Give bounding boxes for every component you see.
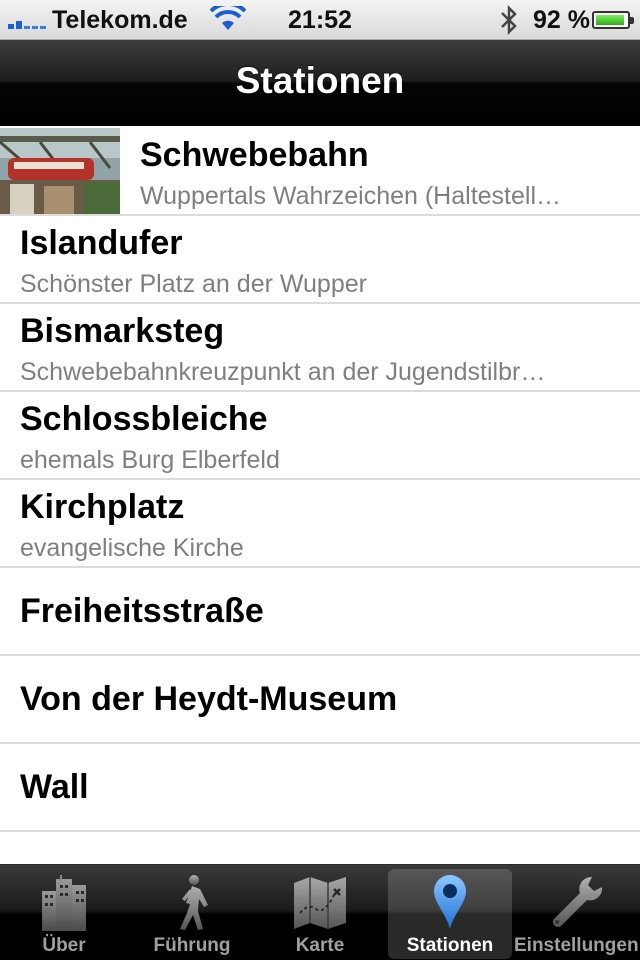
location-pin-icon	[434, 875, 466, 929]
battery-icon	[592, 11, 634, 29]
buildings-icon	[42, 875, 86, 931]
station-list[interactable]: Schwebebahn Wuppertals Wahrzeichen (Halt…	[0, 128, 640, 864]
station-row-bismarksteg[interactable]: Bismarksteg Schwebebahnkreuzpunkt an der…	[0, 304, 640, 392]
navigation-bar: Stationen	[0, 40, 640, 126]
station-row-von-der-heydt-museum[interactable]: Von der Heydt-Museum	[0, 656, 640, 744]
station-row-schwebebahn[interactable]: Schwebebahn Wuppertals Wahrzeichen (Halt…	[0, 128, 640, 216]
tab-label: Karte	[295, 935, 345, 956]
list-item	[0, 832, 640, 864]
bluetooth-icon	[501, 5, 517, 35]
station-title: Wall	[20, 768, 89, 806]
station-title: Islandufer	[20, 224, 183, 262]
station-row-wall[interactable]: Wall	[0, 744, 640, 832]
tab-label: Einstellungen	[514, 935, 639, 956]
station-title: Kirchplatz	[20, 488, 185, 526]
station-row-schlossbleiche[interactable]: Schlossbleiche ehemals Burg Elberfeld	[0, 392, 640, 480]
map-icon	[294, 877, 346, 929]
walking-person-icon	[180, 875, 208, 930]
wrench-icon	[553, 876, 603, 927]
tab-karte[interactable]: Karte	[258, 869, 382, 959]
station-subtitle: ehemals Burg Elberfeld	[20, 446, 280, 474]
station-row-kirchplatz[interactable]: Kirchplatz evangelische Kirche	[0, 480, 640, 568]
station-subtitle: Schwebebahnkreuzpunkt an der Jugendstilb…	[20, 358, 546, 386]
tab-label: Führung	[153, 935, 231, 956]
station-title: Schlossbleiche	[20, 400, 268, 438]
tab-bar: Über Führung Karte Stationen Einstellung…	[0, 864, 640, 960]
station-title: Freiheitsstraße	[20, 592, 264, 630]
battery-percent: 92 %	[533, 6, 590, 34]
station-thumbnail-image	[0, 128, 120, 214]
station-row-freiheitsstrasse[interactable]: Freiheitsstraße	[0, 568, 640, 656]
tab-einstellungen[interactable]: Einstellungen	[514, 869, 639, 959]
tab-stationen[interactable]: Stationen	[388, 869, 512, 959]
station-subtitle: evangelische Kirche	[20, 534, 244, 562]
tab-label: Stationen	[406, 935, 494, 956]
tab-fuehrung[interactable]: Führung	[130, 869, 254, 959]
page-title: Stationen	[235, 60, 405, 101]
station-title: Bismarksteg	[20, 312, 225, 350]
station-title: Von der Heydt-Museum	[20, 680, 398, 718]
tab-ueber[interactable]: Über	[2, 869, 126, 959]
station-row-islandufer[interactable]: Islandufer Schönster Platz an der Wupper	[0, 216, 640, 304]
status-bar: Telekom.de 21:52 92 %	[0, 0, 640, 40]
station-subtitle: Wuppertals Wahrzeichen (Haltestell…	[140, 182, 561, 210]
station-subtitle: Schönster Platz an der Wupper	[20, 270, 367, 298]
tab-label: Über	[42, 935, 86, 956]
station-title: Schwebebahn	[140, 136, 369, 174]
